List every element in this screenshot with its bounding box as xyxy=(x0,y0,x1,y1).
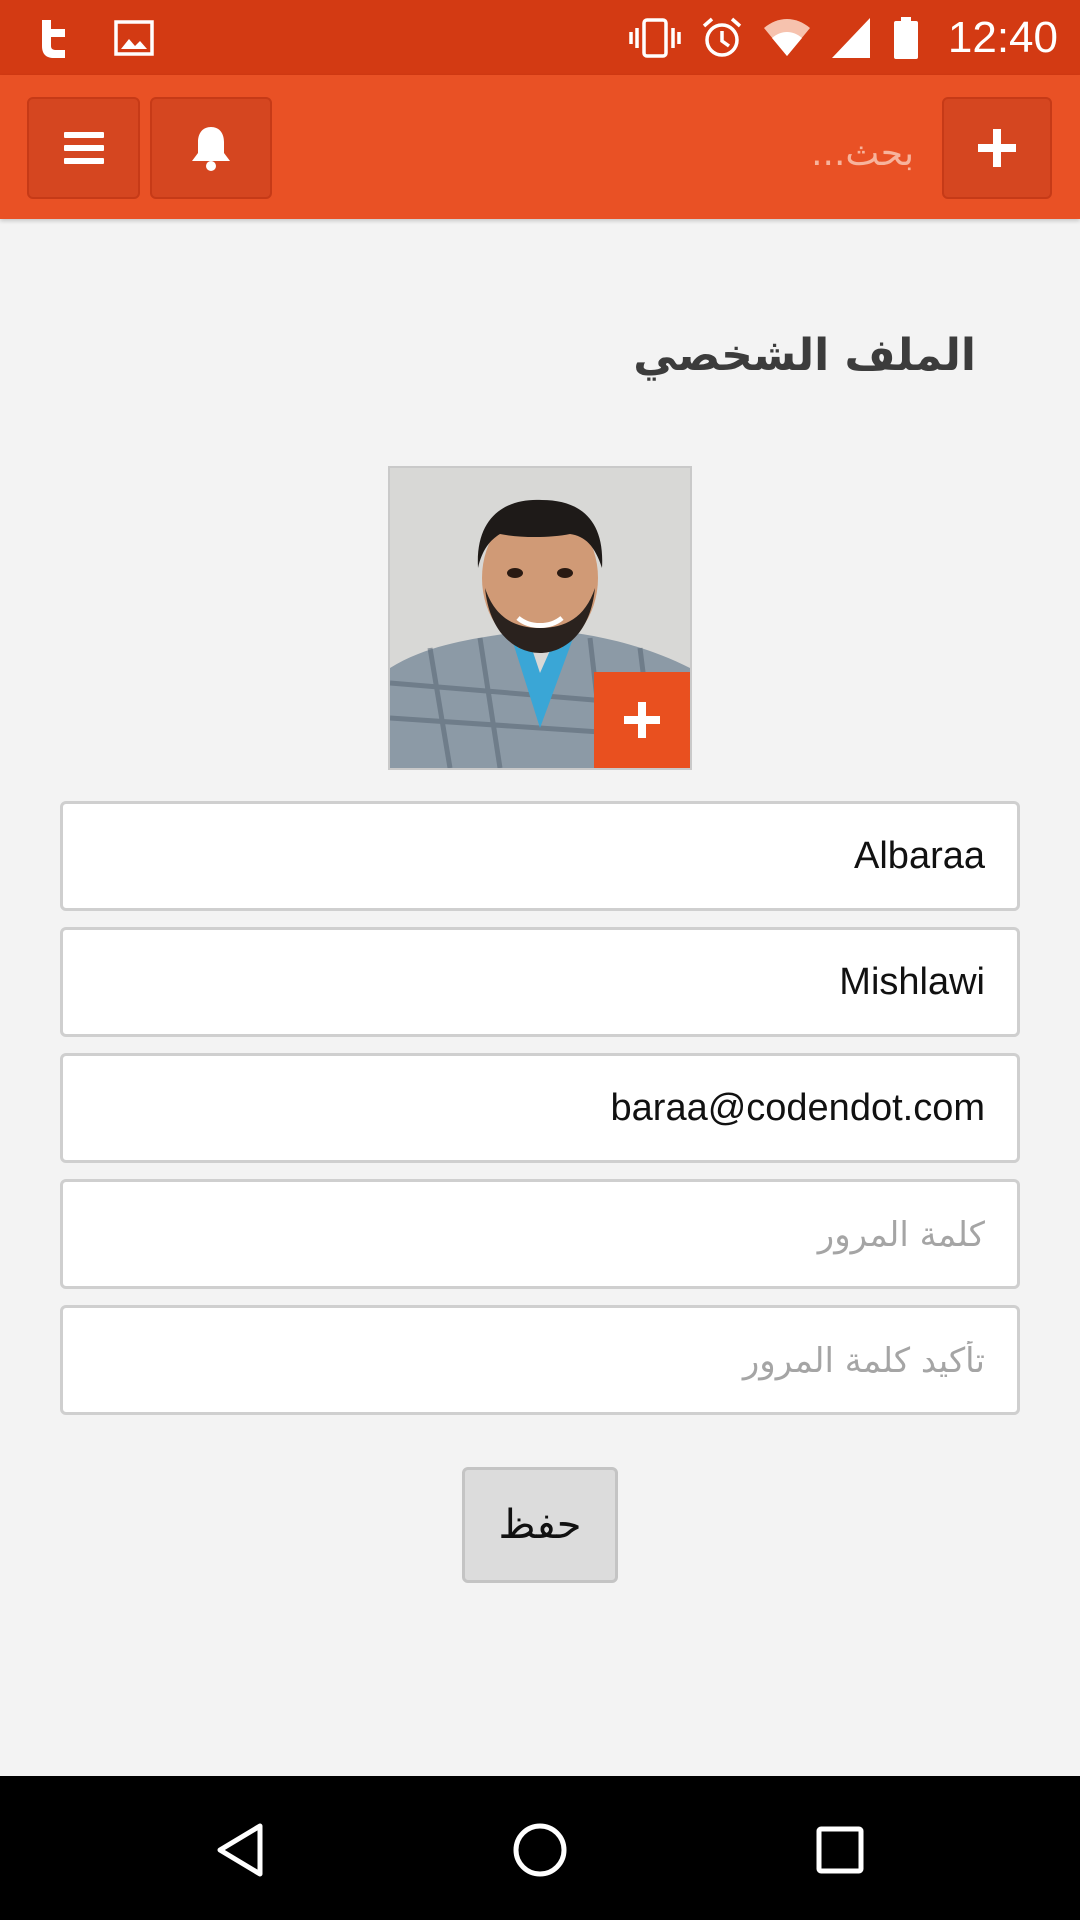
notifications-button[interactable] xyxy=(150,97,272,199)
status-left-icons xyxy=(34,16,156,60)
bell-icon xyxy=(192,127,230,171)
vibrate-icon xyxy=(629,17,681,58)
page-title: الملف الشخصي xyxy=(633,330,976,381)
battery-icon xyxy=(893,16,918,59)
menu-button[interactable] xyxy=(27,97,140,199)
avatar[interactable] xyxy=(388,466,692,770)
status-right-icons: 12:40 xyxy=(628,12,1058,62)
recents-icon xyxy=(816,1826,864,1874)
password-field[interactable] xyxy=(60,1179,1020,1289)
home-button[interactable] xyxy=(510,1820,570,1880)
wifi-icon xyxy=(763,18,810,56)
back-icon xyxy=(217,1823,263,1877)
avatar-upload-button[interactable] xyxy=(594,672,690,768)
plus-icon xyxy=(624,702,660,738)
search-input[interactable]: بحث... xyxy=(811,133,914,174)
menu-icon xyxy=(63,132,104,164)
first-name-field[interactable] xyxy=(60,801,1020,911)
navigation-bar xyxy=(0,1776,1080,1920)
status-time: 12:40 xyxy=(947,12,1058,62)
home-icon xyxy=(513,1823,567,1877)
app-bar: بحث... xyxy=(0,75,1080,219)
alarm-icon xyxy=(702,17,742,57)
plus-icon xyxy=(978,129,1016,167)
save-button[interactable]: حفظ xyxy=(462,1467,618,1583)
confirm-password-field[interactable] xyxy=(60,1305,1020,1415)
email-field[interactable] xyxy=(60,1053,1020,1163)
recents-button[interactable] xyxy=(810,1820,870,1880)
last-name-field[interactable] xyxy=(60,927,1020,1037)
cell-signal-icon xyxy=(831,17,870,58)
image-icon xyxy=(114,19,154,56)
back-button[interactable] xyxy=(210,1820,270,1880)
twitter-icon xyxy=(42,19,65,58)
status-bar: 12:40 xyxy=(0,0,1080,75)
add-button[interactable] xyxy=(942,97,1052,199)
